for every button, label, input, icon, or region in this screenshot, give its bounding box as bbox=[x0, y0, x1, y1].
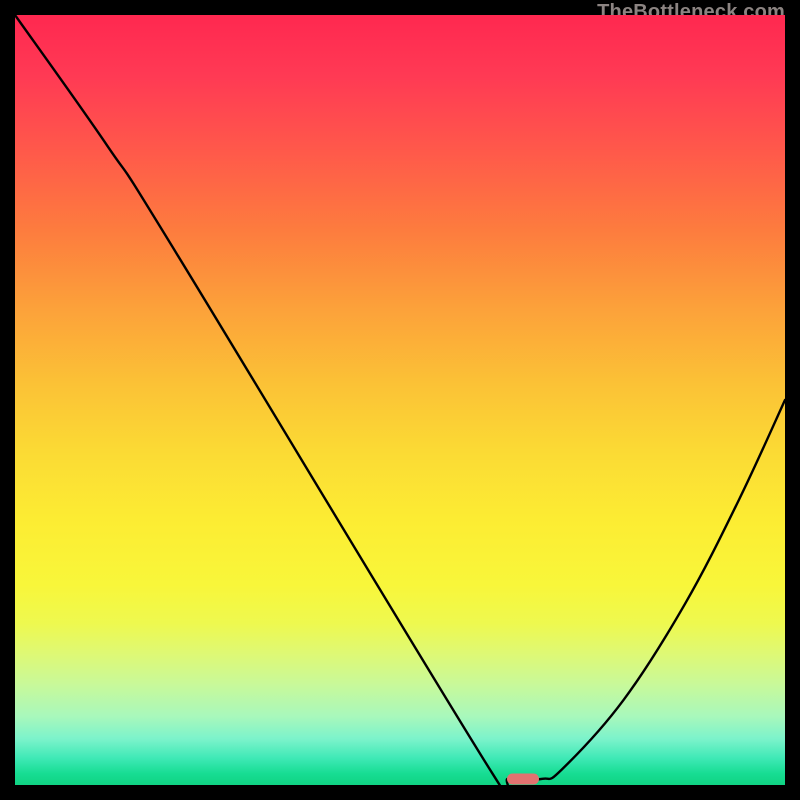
gradient-background bbox=[15, 15, 785, 785]
chart-frame: TheBottleneck.com bbox=[15, 15, 785, 785]
optimum-marker bbox=[507, 773, 539, 784]
plot-area bbox=[15, 15, 785, 785]
